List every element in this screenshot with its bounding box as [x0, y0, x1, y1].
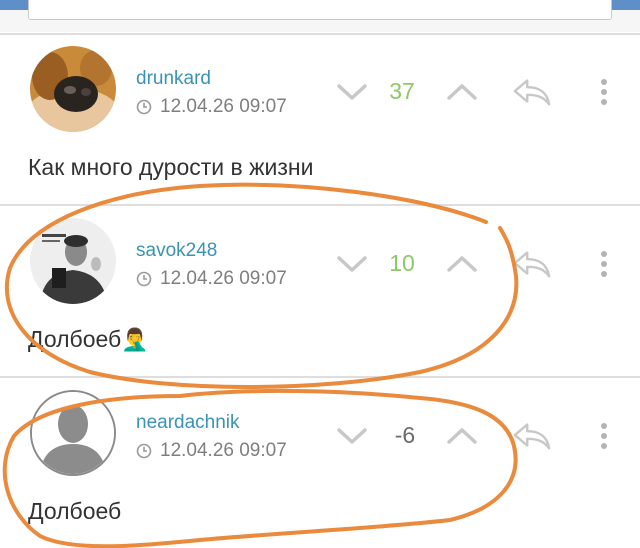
vote-down-button[interactable]: [332, 248, 372, 280]
reply-icon: [513, 79, 551, 106]
comment-score: 37: [389, 78, 415, 104]
vote-up-button[interactable]: [442, 248, 482, 280]
comment-time: 12.04.26 09:07: [160, 96, 287, 117]
comment-input[interactable]: [28, 0, 612, 20]
chevron-down-icon: [337, 256, 367, 272]
reply-button[interactable]: [512, 420, 552, 452]
avatar[interactable]: [30, 46, 116, 132]
more-vertical-icon: [601, 423, 607, 449]
avatar[interactable]: [30, 390, 116, 476]
comment-time: 12.04.26 09:07: [160, 440, 287, 461]
man-avatar-image: [30, 218, 116, 304]
comment-text: Долбоеб🤦‍♂️: [28, 326, 149, 353]
reply-icon: [513, 423, 551, 450]
comment-score: 10: [389, 250, 415, 276]
chevron-up-icon: [447, 428, 477, 444]
comment-username[interactable]: neardachnik: [136, 412, 240, 434]
comment-meta: 12.04.26 09:07: [136, 440, 287, 462]
clock-icon: [136, 443, 152, 459]
comment-item: savok248 12.04.26 09:07 10 Долбоеб🤦‍♂️: [0, 206, 640, 376]
chevron-up-icon: [447, 256, 477, 272]
vote-down-button[interactable]: [332, 420, 372, 452]
chevron-up-icon: [447, 84, 477, 100]
comment-item: neardachnik 12.04.26 09:07 -6 Долбоеб: [0, 378, 640, 548]
more-options-button[interactable]: [584, 248, 624, 280]
facepalm-emoji: 🤦‍♂️: [121, 327, 149, 352]
comment-username[interactable]: savok248: [136, 240, 217, 262]
comment-username[interactable]: drunkard: [136, 68, 211, 90]
chevron-down-icon: [337, 428, 367, 444]
reply-icon: [513, 251, 551, 278]
comment-meta: 12.04.26 09:07: [136, 268, 287, 290]
vote-up-button[interactable]: [442, 76, 482, 108]
avatar[interactable]: [30, 218, 116, 304]
vote-down-button[interactable]: [332, 76, 372, 108]
dog-avatar-image: [30, 46, 116, 132]
comment-text-body: Долбоеб: [28, 326, 122, 352]
user-silhouette-icon: [32, 392, 114, 474]
comment-meta: 12.04.26 09:07: [136, 96, 287, 118]
reply-button[interactable]: [512, 248, 552, 280]
more-vertical-icon: [601, 251, 607, 277]
comment-score: -6: [394, 422, 416, 448]
comment-text: Долбоеб: [28, 498, 122, 524]
clock-icon: [136, 99, 152, 115]
comment-item: drunkard 12.04.26 09:07 37 Как много дур…: [0, 34, 640, 204]
chevron-down-icon: [337, 84, 367, 100]
vote-up-button[interactable]: [442, 420, 482, 452]
reply-button[interactable]: [512, 76, 552, 108]
comment-time: 12.04.26 09:07: [160, 268, 287, 289]
clock-icon: [136, 271, 152, 287]
more-vertical-icon: [601, 79, 607, 105]
comment-text: Как много дурости в жизни: [28, 154, 314, 180]
more-options-button[interactable]: [584, 420, 624, 452]
more-options-button[interactable]: [584, 76, 624, 108]
